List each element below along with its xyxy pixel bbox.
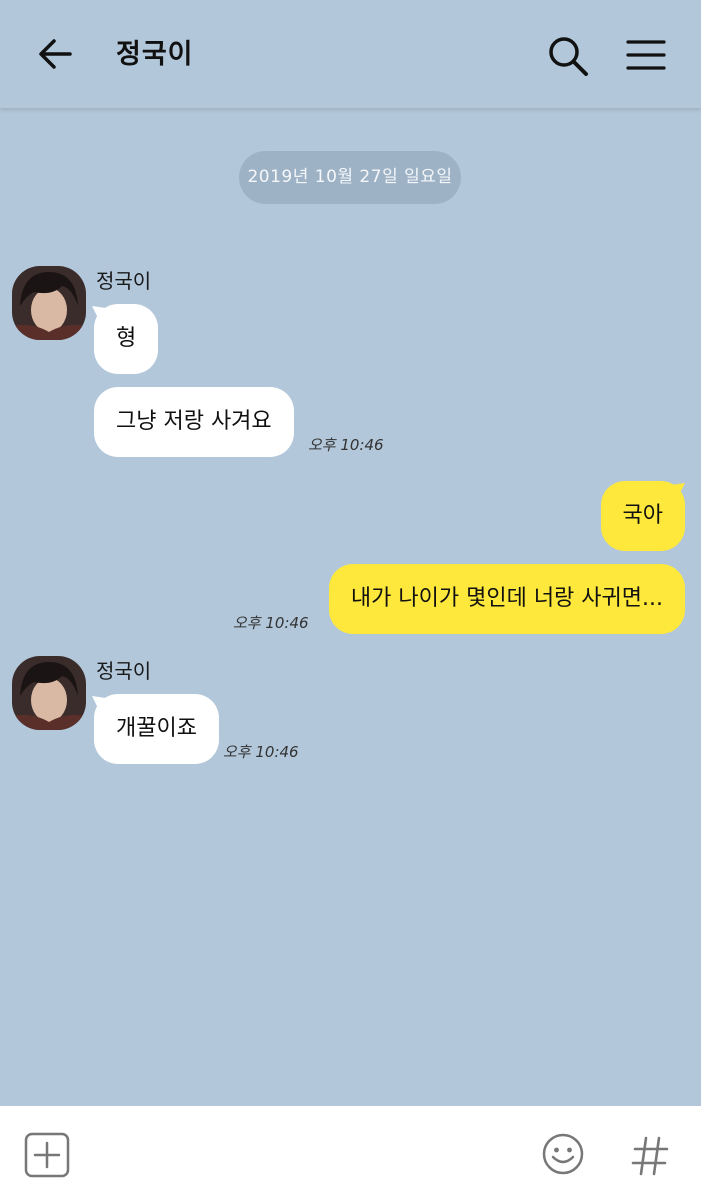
search-icon[interactable]: [546, 34, 590, 78]
avatar-photo: [12, 656, 86, 730]
message-bubble-incoming[interactable]: 개꿀이죠: [94, 694, 219, 764]
date-divider: 2019년 10월 27일 일요일: [239, 151, 461, 204]
input-bar: [0, 1106, 701, 1200]
avatar[interactable]: [12, 656, 86, 730]
avatar-photo: [12, 266, 86, 340]
message-time: 오후 10:46: [308, 436, 384, 454]
plus-square-icon[interactable]: [24, 1132, 70, 1178]
sender-name: 정국이: [96, 269, 152, 293]
message-bubble-outgoing[interactable]: 국아: [600, 481, 685, 551]
arrow-left-icon[interactable]: [36, 36, 76, 72]
message-bubble-outgoing[interactable]: 내가 나이가 몇인데 너랑 사귀면...: [328, 564, 685, 634]
message-bubble-incoming[interactable]: 형: [94, 304, 159, 374]
hamburger-menu-icon[interactable]: [626, 38, 666, 72]
hashtag-icon[interactable]: [630, 1134, 670, 1178]
chat-title: 정국이: [116, 39, 194, 70]
smiley-icon[interactable]: [541, 1132, 585, 1176]
message-bubble-incoming[interactable]: 그냥 저랑 사겨요: [94, 387, 294, 457]
avatar[interactable]: [12, 266, 86, 340]
chat-header: 정국이: [0, 0, 701, 108]
message-time: 오후 10:46: [223, 743, 299, 761]
message-time: 오후 10:46: [233, 614, 309, 632]
sender-name: 정국이: [96, 659, 152, 683]
